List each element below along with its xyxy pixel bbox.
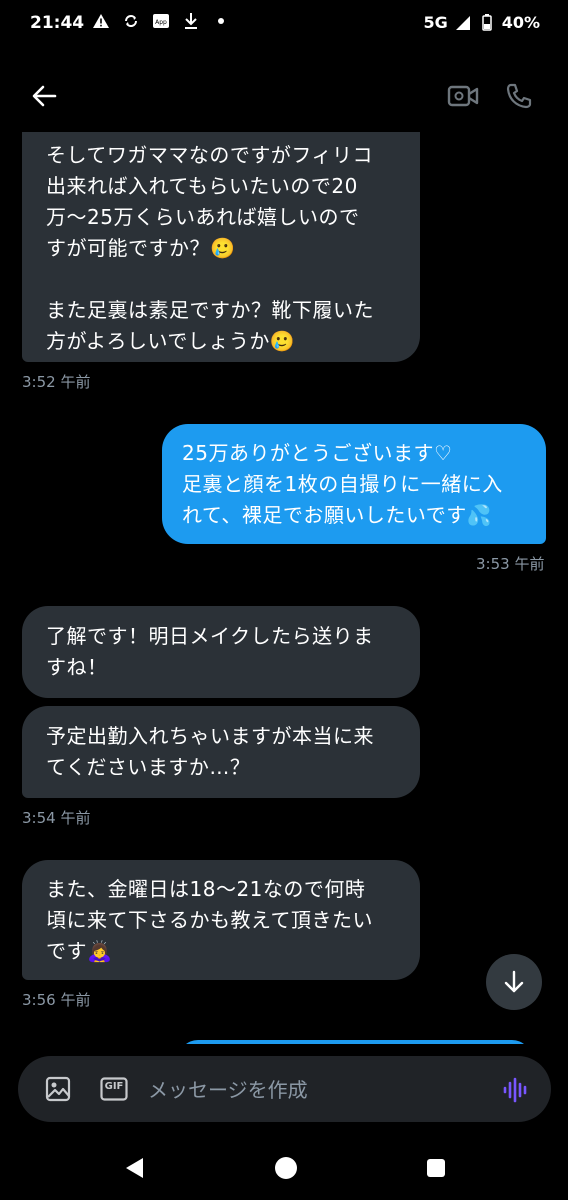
dot-icon [212, 12, 230, 30]
status-right-group: 5G 40% [423, 13, 540, 32]
svg-text:App: App [155, 19, 167, 26]
download-icon [182, 12, 200, 30]
scroll-to-bottom-button[interactable] [486, 954, 542, 1010]
message-timestamp: 3:56 午前 [22, 991, 91, 1009]
message-bubble-outgoing[interactable]: 25万ありがとうございます♡ 足裏と顔を1枚の自撮りに一緒に入 れて、裸足でお願… [162, 424, 546, 544]
battery-label: 40% [501, 13, 540, 32]
status-notification-icons: App [92, 12, 230, 30]
message-bubble-incoming[interactable]: また、金曜日は18〜21なので何時 頃に来て下さるかも教えて頂きたい です🙇‍♀… [22, 860, 420, 980]
message-list[interactable]: そしてワガママなのですがフィリコ 出来れば入れてもらいたいので20 万〜25万く… [0, 132, 568, 1044]
warning-icon [92, 12, 110, 30]
signal-icon [454, 14, 472, 32]
voice-icon[interactable] [500, 1074, 532, 1106]
message-bubble-incoming[interactable]: そしてワガママなのですがフィリコ 出来れば入れてもらいたいので20 万〜25万く… [22, 132, 420, 362]
nav-back-icon[interactable] [118, 1152, 150, 1184]
sync-icon [122, 12, 140, 30]
status-time: 21:44 [30, 13, 85, 33]
battery-icon [478, 14, 496, 32]
message-bubble-outgoing-partial[interactable] [178, 1040, 532, 1044]
message-timestamp: 3:53 午前 [476, 555, 545, 573]
gif-label: GIF [104, 1081, 124, 1092]
message-bubble-incoming[interactable]: 予定出勤入れちゃいますが本当に来 てくださいますか…？ [22, 706, 420, 798]
nav-recent-icon[interactable] [420, 1152, 452, 1184]
gif-icon[interactable]: GIF [100, 1076, 128, 1102]
phone-call-icon[interactable] [502, 80, 536, 112]
image-icon[interactable] [44, 1075, 72, 1103]
back-arrow-icon[interactable] [28, 80, 60, 112]
arrow-down-icon [504, 970, 524, 993]
message-timestamp: 3:52 午前 [22, 373, 91, 391]
nav-home-icon[interactable] [270, 1152, 302, 1184]
video-call-icon[interactable] [446, 80, 480, 112]
message-bubble-incoming[interactable]: 了解です！明日メイクしたら送りま すね！ [22, 606, 420, 698]
message-timestamp: 3:54 午前 [22, 809, 91, 827]
app-notification-icon: App [152, 12, 170, 30]
message-input[interactable] [148, 1075, 478, 1105]
network-label: 5G [423, 13, 448, 32]
